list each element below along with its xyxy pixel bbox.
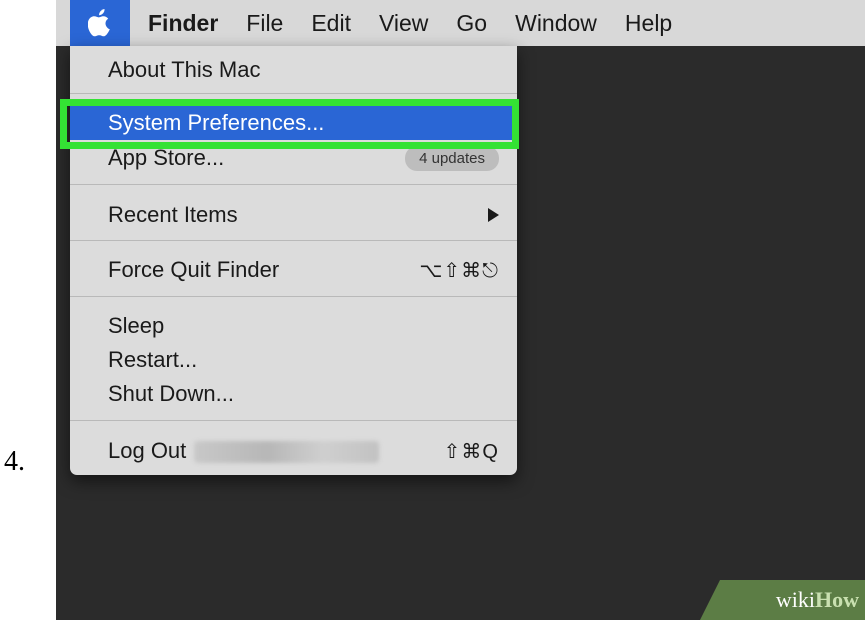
menu-file[interactable]: File: [232, 0, 297, 46]
step-number: 4.: [4, 446, 25, 477]
highlight-annotation-box: [60, 99, 519, 149]
menu-separator: [70, 184, 517, 185]
menu-item-shut-down[interactable]: Shut Down...: [70, 377, 517, 411]
submenu-arrow-icon: [488, 208, 499, 222]
about-label: About This Mac: [108, 57, 261, 82]
menu-go[interactable]: Go: [442, 0, 501, 46]
menu-finder[interactable]: Finder: [134, 0, 232, 46]
shut-down-label: Shut Down...: [108, 381, 234, 406]
menu-item-log-out[interactable]: Log Out ⇧⌘Q: [70, 434, 517, 468]
log-out-label: Log Out: [108, 438, 187, 463]
menu-item-recent-items[interactable]: Recent Items: [70, 198, 517, 232]
log-out-shortcut: ⇧⌘Q: [443, 440, 499, 463]
force-quit-shortcut: ⌥⇧⌘⎋: [419, 259, 499, 282]
apple-menu-button[interactable]: [70, 0, 130, 46]
menu-help[interactable]: Help: [611, 0, 686, 46]
menu-bar: Finder File Edit View Go Window Help: [56, 0, 865, 46]
wikihow-watermark: wiki How: [700, 580, 865, 620]
menu-edit[interactable]: Edit: [297, 0, 365, 46]
apple-logo-icon: [88, 9, 110, 37]
menu-separator: [70, 296, 517, 297]
force-quit-label: Force Quit Finder: [108, 257, 280, 282]
menu-separator: [70, 240, 517, 241]
watermark-how: How: [815, 587, 859, 612]
watermark-wiki: wiki: [775, 587, 815, 612]
menu-item-about-this-mac[interactable]: About This Mac: [70, 53, 517, 87]
restart-label: Restart...: [108, 347, 198, 372]
screenshot-frame: Finder File Edit View Go Window Help Abo…: [56, 0, 865, 620]
menu-view[interactable]: View: [365, 0, 442, 46]
menu-item-restart[interactable]: Restart...: [70, 343, 517, 377]
menu-window[interactable]: Window: [501, 0, 611, 46]
menu-separator: [70, 93, 517, 94]
updates-badge: 4 updates: [405, 145, 499, 171]
sleep-label: Sleep: [108, 313, 165, 338]
recent-items-label: Recent Items: [108, 202, 238, 227]
blurred-username: [194, 441, 380, 464]
log-out-label-group: Log Out: [108, 438, 444, 464]
menu-separator: [70, 420, 517, 421]
menu-item-force-quit[interactable]: Force Quit Finder ⌥⇧⌘⎋: [70, 253, 517, 287]
menu-item-sleep[interactable]: Sleep: [70, 309, 517, 343]
